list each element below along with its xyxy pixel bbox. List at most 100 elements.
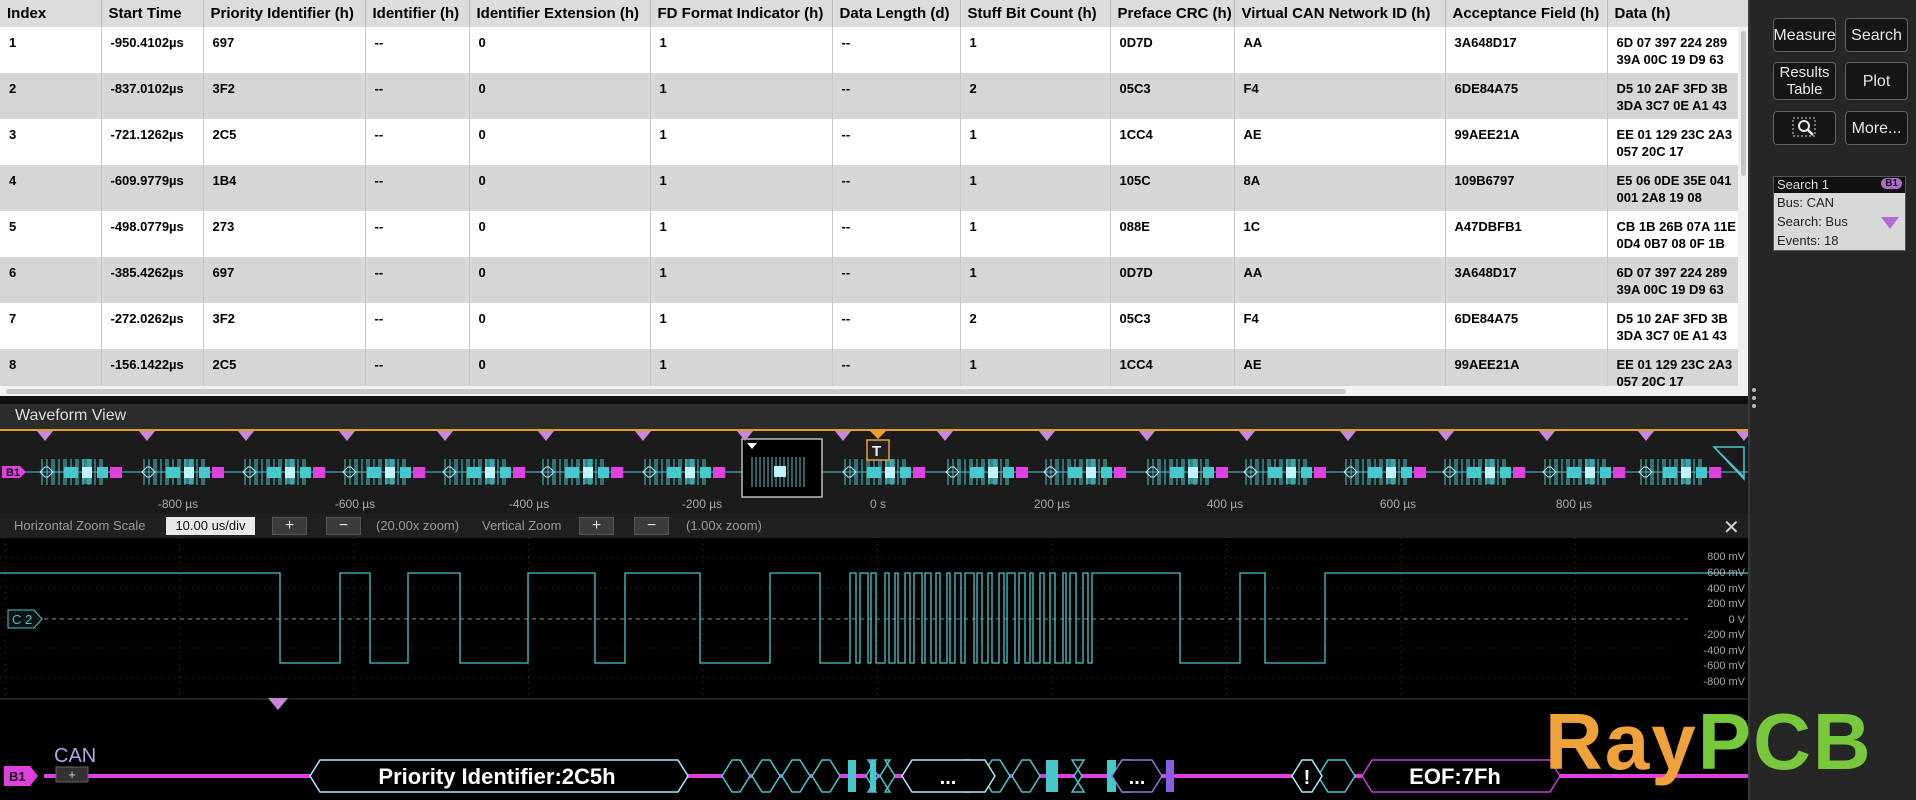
overview-tick-label: -400 µs — [509, 497, 549, 511]
decode-field[interactable] — [879, 759, 896, 793]
table-cell: AA — [1234, 257, 1446, 303]
zoomed-waveform-area[interactable]: C 2 800 mV 600 mV 400 mV 200 mV 0 V -200 mV -40… — [0, 538, 1748, 800]
table-row[interactable]: 5 -498.0779µs 273 -- 0 1 -- 1 088E 1C A47DBFB1 CB 1… — [0, 211, 1748, 257]
table-cell: -950.4102µs — [101, 27, 204, 73]
table-cell: 1 — [960, 119, 1111, 165]
table-row[interactable]: 7 -272.0262µs 3F2 -- 0 1 -- 2 05C3 F4 6DE84A75 D5 1… — [0, 303, 1748, 349]
decode-field[interactable] — [781, 759, 811, 793]
search-marker-icon[interactable] — [339, 431, 355, 441]
overview-tick-label: 200 µs — [1034, 497, 1070, 511]
zoomed-waveform: C 2 800 mV 600 mV 400 mV 200 mV 0 V -200 mV -40… — [0, 538, 1748, 793]
horizontal-zoom-scale-field[interactable]: 10.00 us/div — [166, 517, 255, 535]
table-cell: 1 — [650, 165, 833, 211]
search-marker-icon[interactable] — [1239, 431, 1255, 441]
trigger-marker[interactable]: T — [866, 431, 890, 461]
search-marker-icon[interactable] — [139, 431, 155, 441]
decode-field[interactable] — [721, 759, 751, 793]
search-marker-icon[interactable] — [37, 431, 53, 441]
table-cell: 1 — [650, 27, 833, 73]
h-zoom-in-button[interactable]: + — [272, 517, 307, 535]
decode-bit — [870, 760, 876, 792]
table-cell: 0 — [469, 211, 651, 257]
decode-field[interactable] — [751, 759, 781, 793]
table-cell: 7 — [0, 303, 102, 349]
v-zoom-in-button[interactable]: + — [579, 517, 614, 535]
search-marker-icon[interactable] — [1438, 431, 1454, 441]
column-header[interactable]: Acceptance Field (h) — [1445, 0, 1608, 27]
decode-eof: EOF:7Fh — [1409, 764, 1501, 789]
overview-bus-b1-label: B1 — [2, 466, 26, 479]
column-header[interactable]: Stuff Bit Count (h) — [960, 0, 1111, 27]
table-cell: 1 — [650, 211, 833, 257]
waveform-view-title: Waveform View — [0, 404, 1748, 429]
overview-tick-label: 800 µs — [1556, 497, 1592, 511]
table-cell-data: 6D 07 397 224 289 39A 00C 19 D9 63 — [1607, 257, 1748, 303]
search-marker-icon[interactable] — [1340, 431, 1356, 441]
column-header[interactable]: Data (h) — [1607, 0, 1748, 27]
search-marker-icon[interactable] — [1039, 431, 1055, 441]
column-header[interactable]: Start Time — [101, 0, 204, 27]
search-marker-icon[interactable] — [238, 431, 254, 441]
overview-tick-label: -200 µs — [682, 497, 722, 511]
table-cell: 05C3 — [1110, 73, 1235, 119]
v-axis-label: -600 mV — [1703, 660, 1745, 672]
decode-field[interactable] — [1317, 759, 1356, 793]
search-badge-title: Search 1 — [1777, 177, 1830, 192]
decode-field[interactable] — [1011, 759, 1041, 793]
column-header[interactable]: Identifier Extension (h) — [469, 0, 651, 27]
table-cell: -- — [832, 257, 961, 303]
search-marker-icon[interactable] — [538, 431, 554, 441]
search-button[interactable]: Search — [1845, 18, 1908, 52]
column-header[interactable]: Priority Identifier (h) — [203, 0, 366, 27]
plot-button[interactable]: Plot — [1845, 62, 1908, 100]
search-marker-icon[interactable] — [635, 431, 651, 441]
results-table-button[interactable]: Results Table — [1773, 62, 1836, 100]
svg-text:C 2: C 2 — [12, 612, 32, 627]
more-button[interactable]: More... — [1845, 111, 1908, 145]
measure-button[interactable]: Measure — [1773, 18, 1836, 52]
search-marker-icon[interactable] — [437, 431, 453, 441]
close-zoom-icon[interactable]: ✕ — [1723, 515, 1740, 540]
table-cell: -- — [365, 27, 470, 73]
h-zoom-out-button[interactable]: − — [326, 517, 361, 535]
decode-field[interactable] — [1070, 759, 1086, 793]
search-marker-icon[interactable] — [1139, 431, 1155, 441]
v-axis-label: 0 V — [1728, 614, 1745, 626]
table-row[interactable]: 1 -950.4102µs 697 -- 0 1 -- 1 0D7D AA 3A648D17 6D 0… — [0, 27, 1748, 73]
zoom-region-button[interactable] — [1773, 111, 1836, 145]
table-row[interactable]: 4 -609.9779µs 1B4 -- 0 1 -- 1 105C 8A 109B6797 E5 0… — [0, 165, 1748, 211]
column-header[interactable]: Index — [0, 0, 102, 27]
column-header[interactable]: Data Length (d) — [832, 0, 961, 27]
table-cell: -- — [365, 303, 470, 349]
table-vertical-scrollbar[interactable] — [1738, 27, 1748, 386]
decode-field[interactable] — [811, 759, 841, 793]
overview-tick-label: -800 µs — [158, 497, 198, 511]
search-marker-icon[interactable] — [937, 431, 953, 441]
column-header[interactable]: FD Format Indicator (h) — [650, 0, 833, 27]
table-horizontal-scrollbar[interactable] — [0, 386, 1748, 396]
v-zoom-out-button[interactable]: − — [634, 517, 669, 535]
search-marker-icon[interactable] — [268, 698, 288, 710]
search-marker-icon[interactable] — [1736, 431, 1752, 441]
table-row[interactable]: 3 -721.1262µs 2C5 -- 0 1 -- 1 1CC4 AE 99AEE21A EE 0… — [0, 119, 1748, 165]
table-cell: 6DE84A75 — [1445, 303, 1608, 349]
table-cell-data: 6D 07 397 224 289 39A 00C 19 D9 63 — [1607, 27, 1748, 73]
table-cell: 0 — [469, 27, 651, 73]
table-cell: -- — [365, 73, 470, 119]
table-cell: 0 — [469, 257, 651, 303]
search-1-badge[interactable]: Search 1 B1 Bus: CAN Search: Bus Events: … — [1773, 176, 1906, 251]
column-header[interactable]: Preface CRC (h) — [1110, 0, 1235, 27]
column-header[interactable]: Virtual CAN Network ID (h) — [1234, 0, 1446, 27]
bus-b1-label[interactable]: B1 — [4, 766, 38, 786]
search-marker-icon[interactable] — [835, 431, 851, 441]
decode-ellipsis: ... — [1129, 767, 1146, 789]
column-header[interactable]: Identifier (h) — [365, 0, 470, 27]
search-marker-icon[interactable] — [1539, 431, 1555, 441]
table-row[interactable]: 2 -837.0102µs 3F2 -- 0 1 -- 2 05C3 F4 6DE84A75 D5 1… — [0, 73, 1748, 119]
decode-error-flag: ! — [1304, 767, 1311, 789]
channel-2-label[interactable]: C 2 — [7, 609, 43, 629]
search-marker-icon[interactable] — [1638, 431, 1654, 441]
table-row[interactable]: 6 -385.4262µs 697 -- 0 1 -- 1 0D7D AA 3A648D17 6D 0… — [0, 257, 1748, 303]
waveform-overview[interactable]: B1 T -800 µs -600 µs -400 µs -200 µs 0 s 200 µs… — [0, 429, 1752, 514]
panel-resize-grip[interactable] — [1752, 388, 1758, 416]
